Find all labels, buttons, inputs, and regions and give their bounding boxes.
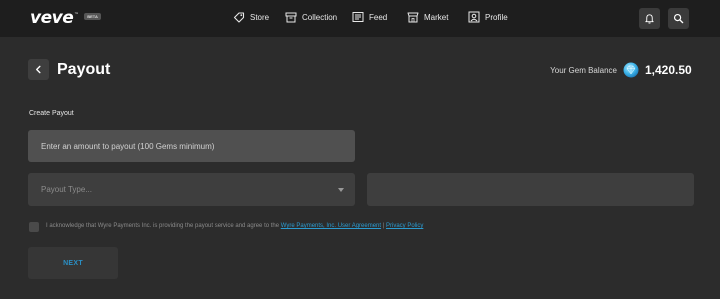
nav-store[interactable]: Store (233, 11, 269, 23)
gem-balance-label: Your Gem Balance (550, 66, 617, 75)
back-button[interactable] (28, 59, 49, 80)
nav-market[interactable]: Market (407, 11, 448, 23)
collection-box-icon (285, 12, 297, 23)
create-payout-label: Create Payout (29, 110, 74, 117)
notifications-button[interactable] (639, 8, 660, 29)
nav-feed-label: Feed (369, 12, 388, 22)
caret-down-icon (338, 188, 344, 192)
logo-wordmark: veve (30, 8, 74, 28)
acknowledge-statement: I acknowledge that Wyre Payments Inc. is… (46, 223, 280, 229)
privacy-policy-link[interactable]: Privacy Policy (386, 223, 423, 229)
acknowledge-text: I acknowledge that Wyre Payments Inc. is… (46, 223, 423, 229)
next-button[interactable]: NEXT (28, 247, 118, 279)
profile-icon (468, 11, 480, 23)
chevron-left-icon (36, 65, 41, 74)
store-tag-icon (233, 12, 245, 23)
market-icon (407, 12, 419, 23)
user-agreement-link[interactable]: Wyre Payments, Inc. User Agreement (281, 223, 381, 229)
payout-details-input[interactable] (367, 173, 694, 206)
feed-icon (352, 12, 364, 22)
top-nav-bar: veve ™ BETA Store Collection Feed Market… (0, 0, 720, 37)
acknowledge-checkbox[interactable] (29, 222, 39, 232)
bell-icon (645, 14, 654, 24)
nav-profile-label: Profile (485, 12, 508, 22)
nav-market-label: Market (424, 12, 449, 22)
payout-type-select[interactable]: Payout Type... (28, 173, 355, 206)
search-icon (673, 13, 684, 24)
veve-logo[interactable]: veve ™ BETA (30, 9, 101, 27)
beta-badge: BETA (84, 13, 101, 20)
page-title: Payout (57, 61, 111, 78)
nav-collection-label: Collection (302, 12, 338, 22)
logo-trademark: ™ (74, 11, 79, 16)
payout-amount-input[interactable] (28, 130, 355, 162)
gem-balance-value: 1,420.50 (645, 63, 692, 77)
payout-type-placeholder: Payout Type... (41, 185, 92, 194)
link-separator: | (382, 223, 385, 229)
nav-collection[interactable]: Collection (285, 11, 337, 23)
search-button[interactable] (668, 8, 689, 29)
gem-icon (623, 62, 639, 78)
nav-profile[interactable]: Profile (468, 11, 508, 23)
nav-feed[interactable]: Feed (352, 11, 387, 23)
nav-store-label: Store (250, 12, 270, 22)
